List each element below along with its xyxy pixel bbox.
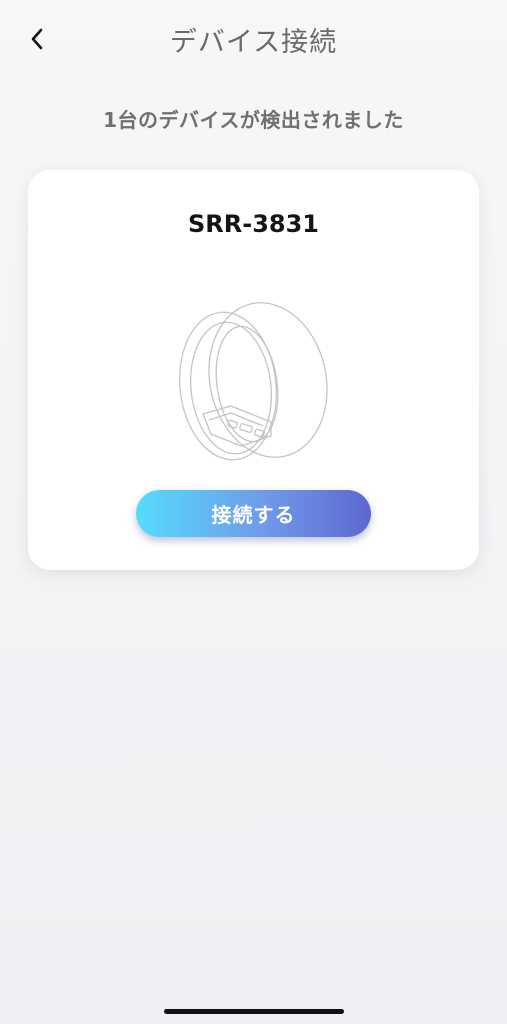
- device-card: SRR-3831 接続する: [28, 170, 479, 570]
- home-indicator[interactable]: [164, 1009, 344, 1014]
- smart-ring-icon: [178, 302, 328, 461]
- connect-button[interactable]: 接続する: [136, 490, 371, 537]
- detection-message: 1台のデバイスが検出されました: [103, 108, 404, 132]
- page-title: デバイス接続: [169, 27, 338, 58]
- navigation-bar: デバイス接続: [0, 0, 507, 80]
- device-name: SRR-3831: [187, 210, 319, 238]
